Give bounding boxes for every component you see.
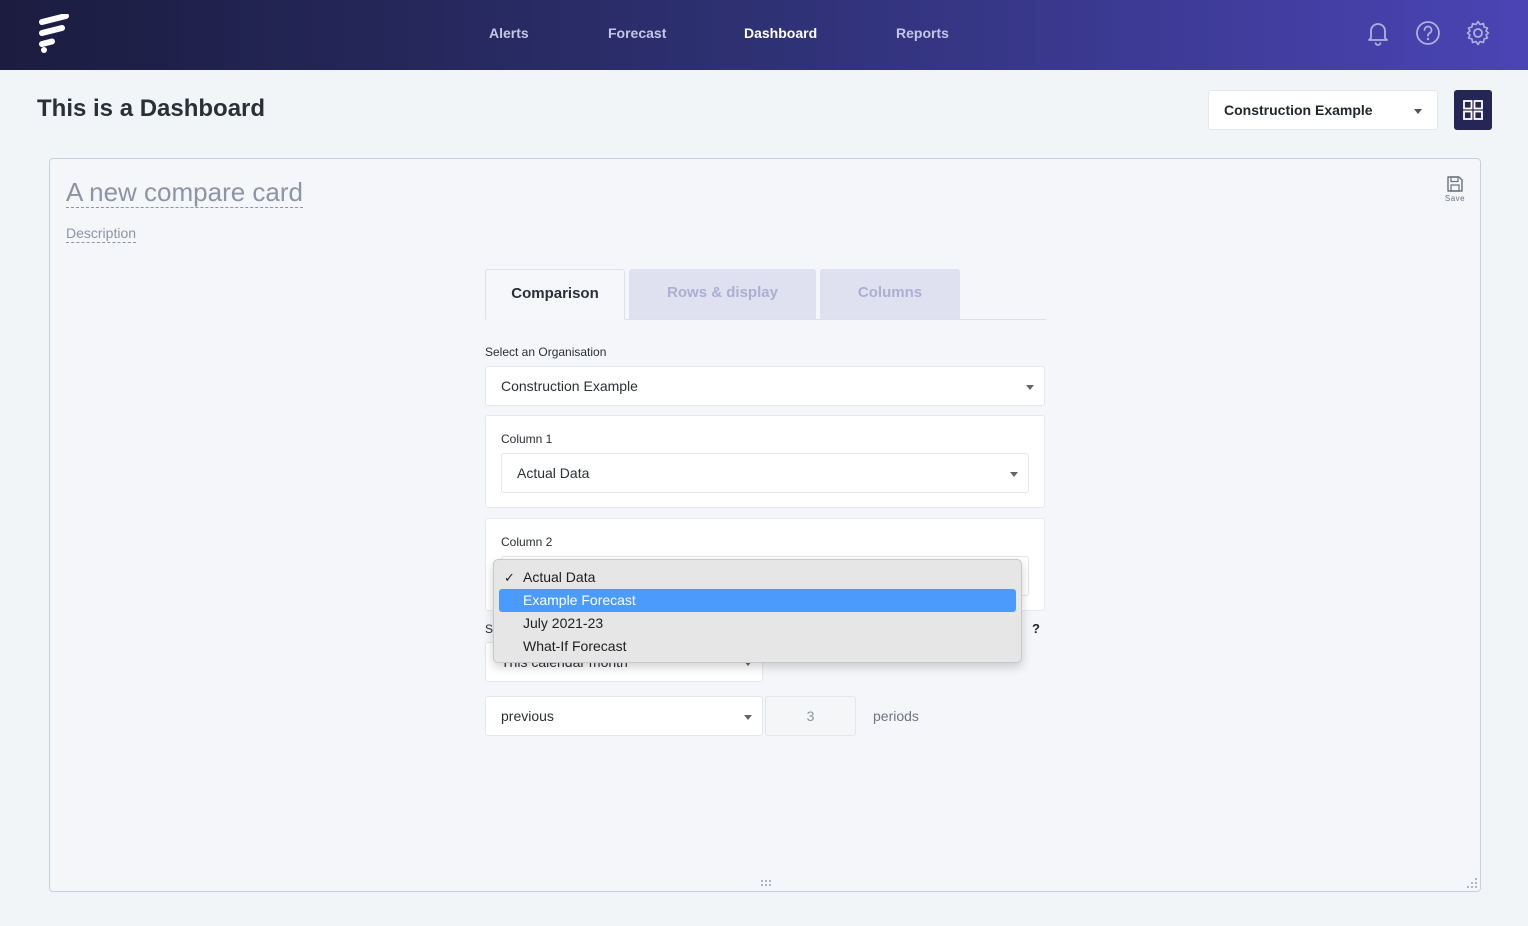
grid-icon: [1463, 100, 1483, 120]
column2-dropdown-menu: ✓ Actual Data Example Forecast July 2021…: [493, 559, 1022, 663]
dropdown-option-label: Actual Data: [523, 569, 596, 585]
card-description[interactable]: Description: [66, 225, 137, 243]
dropdown-option-label: July 2021-23: [523, 615, 604, 631]
tab-comparison[interactable]: Comparison: [485, 269, 625, 320]
range-direction-select[interactable]: previous: [485, 696, 763, 736]
chevron-down-icon: [1414, 109, 1422, 114]
bell-icon[interactable]: [1364, 19, 1392, 47]
dropdown-option-label: What-If Forecast: [523, 638, 627, 654]
save-label: Save: [1444, 194, 1466, 203]
chevron-down-icon: [1010, 472, 1018, 477]
card-title[interactable]: A new compare card: [66, 177, 304, 208]
column1-label: Column 1: [501, 432, 553, 446]
chevron-down-icon: [744, 715, 752, 720]
save-button[interactable]: Save: [1440, 175, 1470, 209]
dropdown-option-example-forecast[interactable]: Example Forecast: [499, 589, 1016, 612]
checkmark-icon: ✓: [504, 570, 515, 585]
column1-select[interactable]: Actual Data: [501, 453, 1029, 493]
dropdown-option-label: Example Forecast: [523, 592, 636, 608]
gear-icon[interactable]: [1464, 19, 1492, 47]
layout-grid-button[interactable]: [1454, 90, 1492, 130]
dropdown-option-july-2021-23[interactable]: July 2021-23: [499, 612, 1016, 635]
resize-corner-icon[interactable]: [1464, 875, 1478, 889]
periods-label: periods: [873, 708, 919, 724]
organisation-label: Select an Organisation: [485, 345, 607, 359]
tab-rows-display[interactable]: Rows & display: [629, 269, 816, 319]
nav-forecast[interactable]: Forecast: [608, 25, 666, 41]
card-tabs: Comparison Rows & display Columns: [485, 269, 1046, 320]
period-help-icon[interactable]: ?: [1032, 621, 1040, 636]
drag-handle-icon[interactable]: [760, 879, 772, 887]
organisation-select[interactable]: Construction Example: [1208, 90, 1438, 130]
tab-columns[interactable]: Columns: [820, 269, 960, 319]
organisation-field-value: Construction Example: [501, 378, 638, 394]
top-nav-bar: Alerts Forecast Dashboard Reports: [0, 0, 1528, 70]
period-count-input[interactable]: 3: [765, 696, 856, 736]
save-icon: [1447, 176, 1463, 192]
page-title: This is a Dashboard: [37, 95, 266, 122]
main-nav: Alerts Forecast Dashboard Reports: [0, 0, 1528, 70]
dropdown-option-actual-data[interactable]: ✓ Actual Data: [499, 566, 1016, 589]
range-direction-value: previous: [501, 708, 554, 724]
column2-label: Column 2: [501, 535, 553, 549]
period-label: S: [485, 622, 494, 636]
organisation-select-value: Construction Example: [1224, 102, 1373, 118]
help-circle-icon[interactable]: [1414, 19, 1442, 47]
chevron-down-icon: [1026, 385, 1034, 390]
dropdown-option-what-if-forecast[interactable]: What-If Forecast: [499, 635, 1016, 658]
compare-card: A new compare card Description Save Comp…: [49, 158, 1481, 892]
nav-dashboard[interactable]: Dashboard: [744, 25, 817, 41]
nav-alerts[interactable]: Alerts: [489, 25, 529, 41]
column1-panel: Column 1 Actual Data: [485, 415, 1045, 508]
column1-select-value: Actual Data: [517, 465, 590, 481]
organisation-field[interactable]: Construction Example: [485, 366, 1045, 406]
nav-reports[interactable]: Reports: [896, 25, 949, 41]
